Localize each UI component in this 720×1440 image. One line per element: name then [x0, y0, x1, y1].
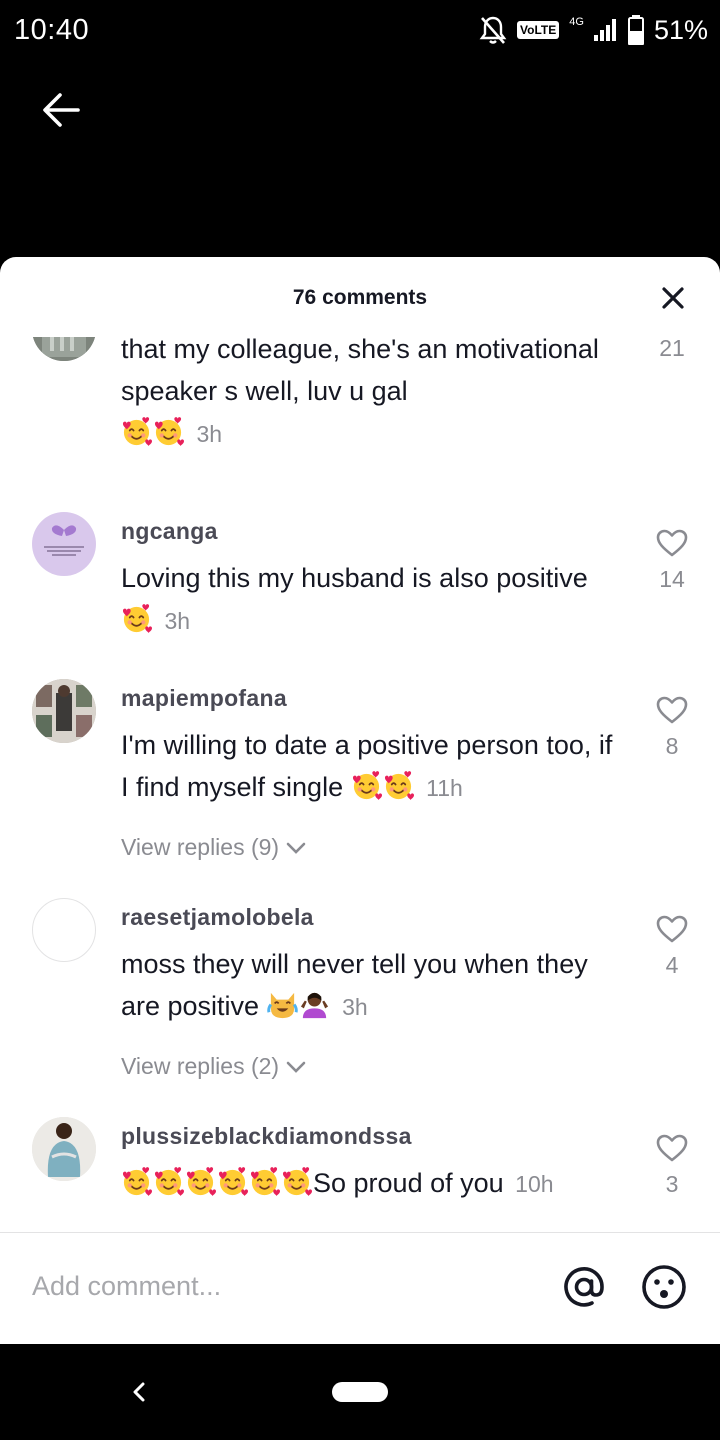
like-count: 3	[665, 1171, 679, 1197]
comment-username[interactable]: raesetjamolobela	[121, 904, 314, 931]
person-shrugging-icon	[299, 989, 330, 1020]
add-comment-input[interactable]: Add comment...	[32, 1271, 221, 1302]
comment-time: 11h	[426, 775, 463, 801]
comments-count-title: 76 comments	[292, 286, 428, 309]
smiling-face-with-hearts-icon	[281, 1166, 312, 1197]
nav-back-icon[interactable]	[126, 1376, 152, 1408]
chevron-down-icon	[286, 842, 306, 854]
view-replies-label: View replies (2)	[121, 1053, 280, 1079]
like-count: 4	[665, 952, 679, 978]
comment-text: So proud of you	[313, 1168, 504, 1198]
signal-icon	[593, 19, 616, 41]
avatar[interactable]	[32, 898, 96, 962]
smiling-face-with-hearts-icon	[249, 1166, 280, 1197]
sheet-header: 76 comments	[0, 257, 720, 337]
smiling-face-with-hearts-icon	[121, 1166, 152, 1197]
comment-text-block: moss they will never tell you when they …	[121, 943, 621, 1028]
cat-with-tears-of-joy-icon	[267, 989, 298, 1020]
like-count: 8	[665, 733, 679, 759]
close-icon[interactable]	[656, 281, 690, 315]
butterfly-icon	[44, 525, 84, 556]
avatar[interactable]	[32, 679, 96, 743]
heart-outline-icon	[656, 915, 688, 943]
chevron-down-icon	[286, 1061, 306, 1073]
comment-time: 3h	[196, 421, 223, 447]
view-replies-button[interactable]: View replies (9)	[121, 834, 307, 861]
comment-username[interactable]: plussizeblackdiamondssa	[121, 1123, 412, 1150]
smiling-face-with-hearts-icon	[383, 770, 414, 801]
avatar[interactable]	[32, 337, 96, 361]
avatar-photo	[32, 1117, 96, 1181]
comment-text: that my colleague, she's an motivational…	[121, 337, 599, 406]
comment-time: 3h	[164, 608, 191, 634]
back-arrow-icon[interactable]	[38, 86, 86, 134]
avatar-photo	[32, 679, 96, 743]
add-comment-bar: Add comment...	[0, 1232, 720, 1344]
status-time: 10:40	[14, 14, 90, 46]
view-replies-label: View replies (9)	[121, 834, 280, 860]
notifications-off-icon	[479, 16, 507, 44]
smiling-face-with-hearts-icon	[185, 1166, 216, 1197]
like-count: 21	[659, 337, 685, 361]
smiling-face-with-hearts-icon	[153, 416, 184, 447]
smiling-face-with-hearts-icon	[351, 770, 382, 801]
comment-text: Loving this my husband is also positive	[121, 563, 588, 593]
comment-text-block: I'm willing to date a positive person to…	[121, 724, 621, 809]
avatar-photo	[32, 337, 96, 361]
view-replies-button[interactable]: View replies (2)	[121, 1053, 307, 1080]
system-nav-bar	[0, 1344, 720, 1440]
avatar[interactable]	[32, 512, 96, 576]
heart-outline-icon	[656, 696, 688, 724]
nav-home-pill[interactable]	[332, 1382, 388, 1402]
comment-text-block: Loving this my husband is also positive …	[121, 557, 621, 642]
comment-text-block: that my colleague, she's an motivational…	[121, 337, 621, 455]
heart-outline-icon	[656, 529, 688, 557]
comment-time: 10h	[515, 1171, 554, 1197]
smiling-face-with-hearts-icon	[217, 1166, 248, 1197]
battery-percent: 51%	[653, 14, 708, 45]
status-bar: 10:40 VoLTE 4G 51%	[0, 0, 720, 62]
comment-list[interactable]: that my colleague, she's an motivational…	[0, 337, 720, 1230]
at-sign-icon[interactable]	[560, 1263, 608, 1311]
like-button[interactable]: 3	[650, 1133, 694, 1198]
smiling-face-with-hearts-icon	[121, 416, 152, 447]
heart-outline-icon	[656, 1134, 688, 1162]
emoji-face-icon[interactable]	[640, 1263, 688, 1311]
comment-time: 3h	[342, 994, 368, 1020]
status-icons: VoLTE 4G 51%	[479, 14, 708, 46]
like-button[interactable]: 4	[650, 914, 694, 979]
comments-sheet: 76 comments that my colleague, she's an …	[0, 257, 720, 1344]
network-type: 4G	[569, 16, 584, 28]
battery-icon	[627, 15, 644, 45]
like-count: 14	[659, 566, 685, 592]
volte-badge: VoLTE	[517, 21, 560, 39]
like-button[interactable]: 21	[650, 337, 694, 362]
comment-text-block: So proud of you 10h	[121, 1162, 661, 1205]
like-button[interactable]: 14	[650, 528, 694, 593]
comment-username[interactable]: ngcanga	[121, 518, 218, 545]
like-button[interactable]: 8	[650, 695, 694, 760]
smiling-face-with-hearts-icon	[121, 603, 152, 634]
comment-username[interactable]: mapiempofana	[121, 685, 287, 712]
avatar[interactable]	[32, 1117, 96, 1181]
smiling-face-with-hearts-icon	[153, 1166, 184, 1197]
